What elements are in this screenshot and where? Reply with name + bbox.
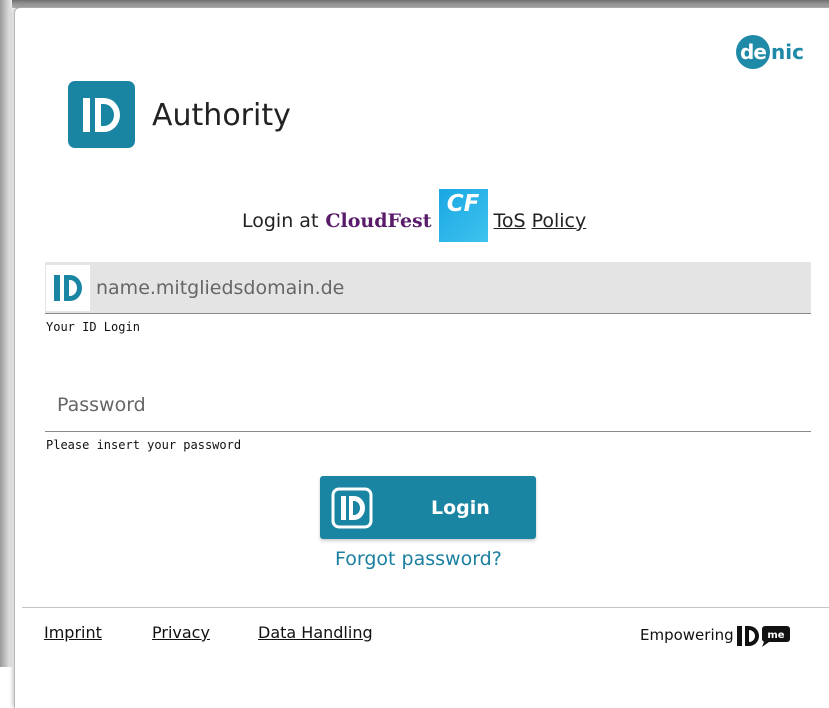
empowering-badge: Empowering me — [640, 620, 792, 650]
footer-link-imprint[interactable]: Imprint — [44, 623, 102, 642]
username-helper-text: Your ID Login — [46, 320, 140, 334]
window-frame-left — [0, 0, 12, 667]
id-icon — [330, 486, 374, 530]
footer-link-privacy[interactable]: Privacy — [152, 623, 210, 642]
id-logo-glyph — [82, 97, 120, 132]
cloudfest-logo-icon: CF — [438, 188, 488, 242]
denic-logo-text: nic — [771, 40, 804, 64]
login-context-line: Login at CloudFest CF ToS Policy — [242, 188, 587, 242]
idme-logo-glyph: me — [736, 626, 790, 647]
page-title: Authority — [152, 98, 291, 133]
login-card — [14, 7, 829, 708]
id-button-glyph — [331, 487, 373, 528]
empowering-text: Empowering — [640, 626, 734, 644]
password-helper-text: Please insert your password — [46, 438, 242, 452]
forgot-password-link[interactable]: Forgot password? — [335, 548, 502, 570]
event-name: CloudFest — [325, 210, 432, 232]
login-button[interactable]: Login — [320, 476, 536, 539]
username-field-container — [45, 262, 811, 314]
denic-logo-circle: de — [736, 35, 770, 69]
tos-link[interactable]: ToS — [494, 210, 526, 232]
id-field-glyph — [54, 274, 82, 301]
username-input[interactable] — [96, 267, 786, 308]
footer-link-data-handling[interactable]: Data Handling — [258, 623, 373, 642]
password-field-container — [45, 384, 811, 432]
idme-badge-text: me — [767, 630, 784, 641]
login-prefix-text: Login at — [242, 210, 319, 232]
idme-logo-icon: me — [736, 622, 792, 648]
denic-logo: de nic — [736, 34, 804, 70]
login-button-label: Login — [431, 496, 490, 519]
password-input[interactable] — [57, 384, 797, 426]
footer-divider — [22, 607, 829, 608]
id-authority-logo-icon — [68, 81, 135, 148]
id-icon — [46, 264, 90, 311]
policy-link[interactable]: Policy — [532, 210, 587, 232]
